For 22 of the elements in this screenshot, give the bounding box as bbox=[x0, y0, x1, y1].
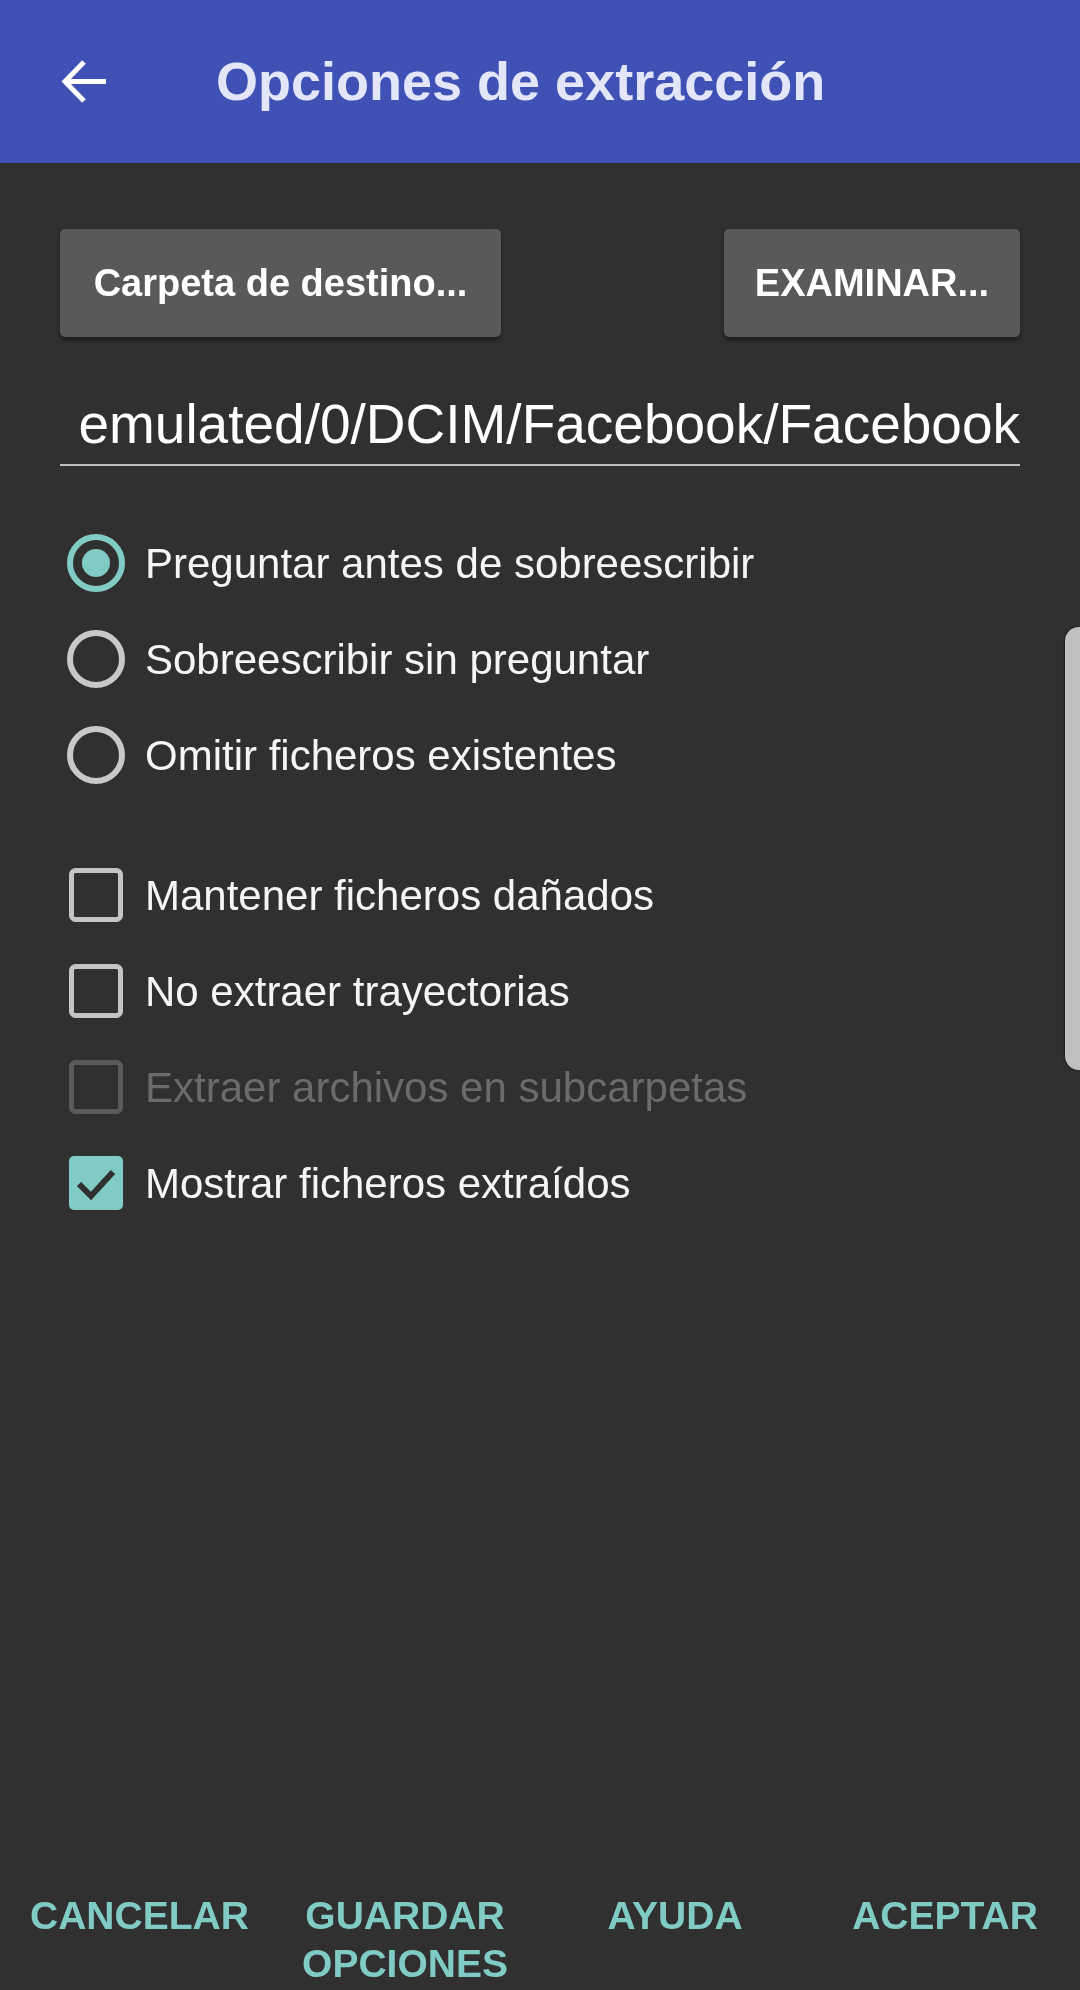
checkbox-label: Extraer archivos en subcarpetas bbox=[145, 1062, 748, 1113]
back-arrow-icon[interactable] bbox=[61, 58, 108, 105]
radio-button-icon[interactable] bbox=[66, 533, 126, 593]
checkbox-label[interactable]: Mostrar ficheros extraídos bbox=[145, 1151, 631, 1215]
path-field[interactable]: emulated/0/DCIM/Facebook/Facebook bbox=[60, 383, 1020, 466]
checkbox-icon[interactable] bbox=[69, 868, 123, 922]
screen-title: Opciones de extracción bbox=[216, 50, 826, 113]
radio-button-icon[interactable] bbox=[66, 629, 126, 689]
radio-label[interactable]: Preguntar antes de sobreescribir bbox=[145, 531, 755, 595]
radio-button-icon[interactable] bbox=[66, 725, 126, 785]
radio-label[interactable]: Omitir ficheros existentes bbox=[145, 723, 617, 787]
dialog-action-button[interactable]: GUARDAR OPCIONES bbox=[270, 1892, 540, 1988]
dialog-action-button[interactable]: AYUDA bbox=[540, 1892, 810, 1940]
checkbox-label[interactable]: Mantener ficheros dañados bbox=[145, 863, 654, 927]
checkbox-icon[interactable] bbox=[69, 964, 123, 1018]
dialog-action-button[interactable]: ACEPTAR bbox=[810, 1892, 1080, 1940]
dialog-action-button[interactable]: CANCELAR bbox=[0, 1892, 270, 1940]
radio-label[interactable]: Sobreescribir sin preguntar bbox=[145, 627, 650, 691]
destination-folder-button[interactable]: Carpeta de destino... bbox=[60, 229, 501, 337]
checkbox-label[interactable]: No extraer trayectorias bbox=[145, 959, 570, 1023]
browse-button[interactable]: EXAMINAR... bbox=[724, 229, 1020, 337]
checked-checkbox-icon[interactable] bbox=[69, 1156, 123, 1210]
